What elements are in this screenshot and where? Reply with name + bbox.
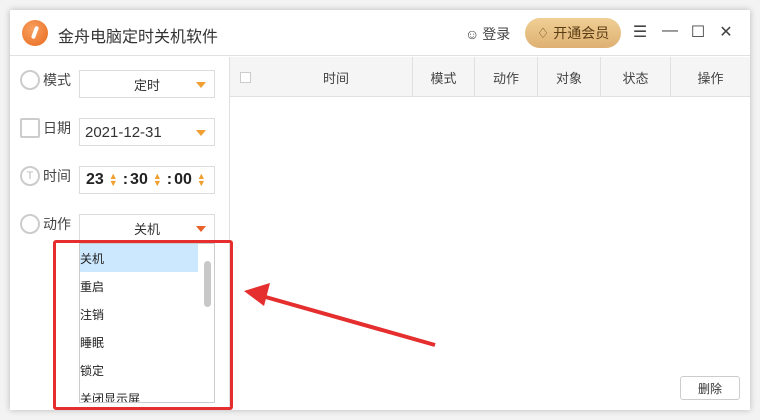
annotation-arrow — [244, 283, 436, 347]
